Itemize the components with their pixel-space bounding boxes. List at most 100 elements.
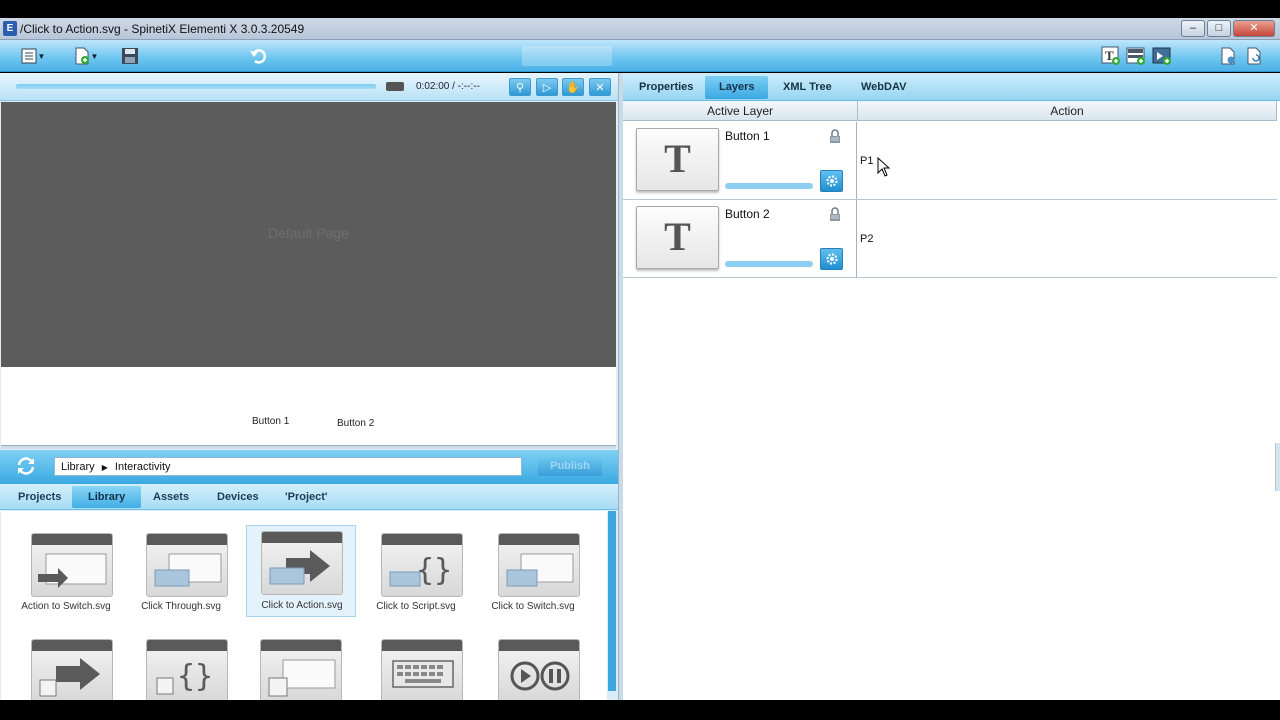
pane-splitter-horizontal[interactable] bbox=[1, 445, 616, 449]
library-bar: Library ▶ Interactivity Publish bbox=[0, 450, 618, 484]
refresh-button[interactable] bbox=[14, 455, 38, 477]
chevron-down-icon: ▼ bbox=[37, 51, 46, 61]
document-settings-icon bbox=[1221, 47, 1235, 65]
main-toolbar: ▼ ▼ T bbox=[0, 40, 1280, 72]
tab-projects[interactable]: Projects bbox=[8, 486, 71, 508]
layer-progress-bar bbox=[725, 183, 813, 189]
library-scrollbar[interactable] bbox=[607, 511, 617, 700]
stage-button-2[interactable]: Button 2 bbox=[337, 418, 374, 429]
library-item[interactable]: Action to Switch.svg bbox=[11, 529, 121, 621]
undo-button[interactable] bbox=[245, 45, 271, 67]
library-item-label: Click to Switch.svg bbox=[491, 601, 575, 612]
new-document-button[interactable]: ▼ bbox=[68, 45, 104, 67]
tab-webdav[interactable]: WebDAV bbox=[847, 76, 920, 99]
tab-library[interactable]: Library bbox=[72, 486, 142, 508]
pin-button[interactable]: ⚲ bbox=[509, 78, 531, 96]
preview-pane: 0:02:00 / -:--:-- ⚲ ▷ ✋ ✕ Default Page B… bbox=[0, 73, 618, 700]
title-bar: E /Click to Action.svg - SpinetiX Elemen… bbox=[0, 18, 1280, 40]
tab-devices[interactable]: Devices bbox=[207, 486, 269, 508]
layer-row[interactable]: T Button 2 P2 bbox=[623, 200, 1277, 278]
lock-icon[interactable] bbox=[828, 129, 842, 144]
layer-cell: T Button 2 bbox=[623, 200, 857, 277]
tab-assets[interactable]: Assets bbox=[143, 486, 199, 508]
tab-layers[interactable]: Layers bbox=[705, 76, 769, 99]
tab-xml-tree[interactable]: XML Tree bbox=[769, 76, 846, 99]
stop-button[interactable]: ✕ bbox=[589, 78, 611, 96]
layer-action-value: P2 bbox=[860, 233, 874, 245]
library-item-selected[interactable]: Click to Action.svg bbox=[246, 525, 356, 617]
text-layer-thumbnail[interactable]: T bbox=[636, 128, 719, 191]
library-item[interactable] bbox=[11, 635, 121, 700]
click-to-action-template-icon bbox=[261, 531, 343, 595]
document-refresh-button[interactable] bbox=[1241, 45, 1267, 67]
column-active-layer[interactable]: Active Layer bbox=[623, 101, 858, 121]
layer-action-cell[interactable]: P1 bbox=[858, 122, 1277, 199]
text-layer-thumbnail[interactable]: T bbox=[636, 206, 719, 269]
click-through-template-icon bbox=[146, 533, 228, 597]
tab-properties[interactable]: Properties bbox=[625, 76, 707, 99]
add-media-layer-button[interactable] bbox=[1149, 45, 1175, 67]
column-action[interactable]: Action bbox=[858, 101, 1277, 121]
stage-canvas[interactable]: Default Page bbox=[1, 102, 616, 367]
breadcrumb-root[interactable]: Library bbox=[61, 461, 95, 473]
stage-button-1[interactable]: Button 1 bbox=[252, 416, 289, 427]
layer-row[interactable]: T Button 1 P1 bbox=[623, 122, 1277, 200]
publish-button[interactable]: Publish bbox=[538, 457, 602, 476]
library-item[interactable] bbox=[478, 635, 588, 700]
inspector-scrollbar[interactable] bbox=[1275, 443, 1280, 491]
layer-settings-button[interactable] bbox=[820, 170, 843, 192]
library-item[interactable] bbox=[246, 635, 356, 700]
timeline-handle[interactable] bbox=[386, 82, 404, 91]
menu-button[interactable]: ▼ bbox=[15, 45, 51, 67]
lock-icon[interactable] bbox=[828, 207, 842, 222]
interact-button[interactable]: ✋ bbox=[562, 78, 584, 96]
layer-cell: T Button 1 bbox=[623, 122, 857, 199]
save-button[interactable] bbox=[117, 45, 143, 67]
undo-icon bbox=[250, 49, 267, 64]
close-button[interactable]: ✕ bbox=[1233, 20, 1275, 37]
switch-window-template-icon bbox=[260, 639, 342, 700]
library-item-label: Action to Switch.svg bbox=[21, 601, 111, 612]
save-icon bbox=[122, 48, 138, 64]
close-icon: ✕ bbox=[595, 81, 605, 94]
window-title: /Click to Action.svg - SpinetiX Elementi… bbox=[20, 22, 305, 36]
document-properties-button[interactable] bbox=[1215, 45, 1241, 67]
mouse-cursor-icon bbox=[877, 157, 891, 177]
stage-page-label: Default Page bbox=[268, 225, 349, 241]
hand-icon: ✋ bbox=[566, 81, 580, 94]
library-item[interactable] bbox=[361, 635, 471, 700]
breadcrumb-current[interactable]: Interactivity bbox=[115, 461, 171, 473]
library-item[interactable]: Click Through.svg bbox=[126, 529, 236, 621]
canvas-lower-area[interactable] bbox=[1, 367, 616, 445]
chevron-right-icon: ▶ bbox=[101, 463, 108, 472]
add-text-layer-button[interactable]: T bbox=[1098, 45, 1124, 67]
tab-project[interactable]: 'Project' bbox=[275, 486, 338, 508]
library-item[interactable]: {} Click to Script.svg bbox=[361, 529, 471, 621]
library-content: Action to Switch.svg Click Through.svg C… bbox=[1, 511, 607, 700]
library-scrollbar-thumb[interactable] bbox=[608, 511, 616, 691]
library-item-label: Click to Action.svg bbox=[261, 600, 343, 611]
gear-icon bbox=[825, 253, 838, 265]
minimize-button[interactable]: – bbox=[1181, 20, 1205, 37]
library-item-label: Click Through.svg bbox=[141, 601, 221, 612]
library-item[interactable]: Click to Switch.svg bbox=[478, 529, 588, 621]
add-layer-button[interactable] bbox=[1123, 45, 1149, 67]
inspector-pane: Properties Layers XML Tree WebDAV Active… bbox=[623, 73, 1280, 700]
refresh-icon bbox=[17, 457, 35, 475]
timeline-bar: 0:02:00 / -:--:-- ⚲ ▷ ✋ ✕ bbox=[0, 73, 618, 101]
gear-icon bbox=[825, 175, 838, 187]
library-tabs: Projects Library Assets Devices 'Project… bbox=[0, 484, 618, 510]
library-path-breadcrumb[interactable]: Library ▶ Interactivity bbox=[54, 457, 522, 476]
layer-name: Button 1 bbox=[725, 129, 770, 143]
layer-progress-bar bbox=[725, 261, 813, 267]
maximize-button[interactable]: □ bbox=[1207, 20, 1231, 37]
play-button[interactable]: ▷ bbox=[536, 78, 558, 96]
library-item[interactable]: {} bbox=[126, 635, 236, 700]
app-icon: E bbox=[3, 21, 17, 36]
layer-action-cell[interactable]: P2 bbox=[858, 200, 1277, 277]
document-refresh-icon bbox=[1247, 47, 1261, 65]
click-to-script-template-icon: {} bbox=[381, 533, 463, 597]
layer-settings-button[interactable] bbox=[820, 248, 843, 270]
timeline-track[interactable] bbox=[16, 84, 376, 89]
svg-text:{}: {} bbox=[416, 553, 452, 588]
